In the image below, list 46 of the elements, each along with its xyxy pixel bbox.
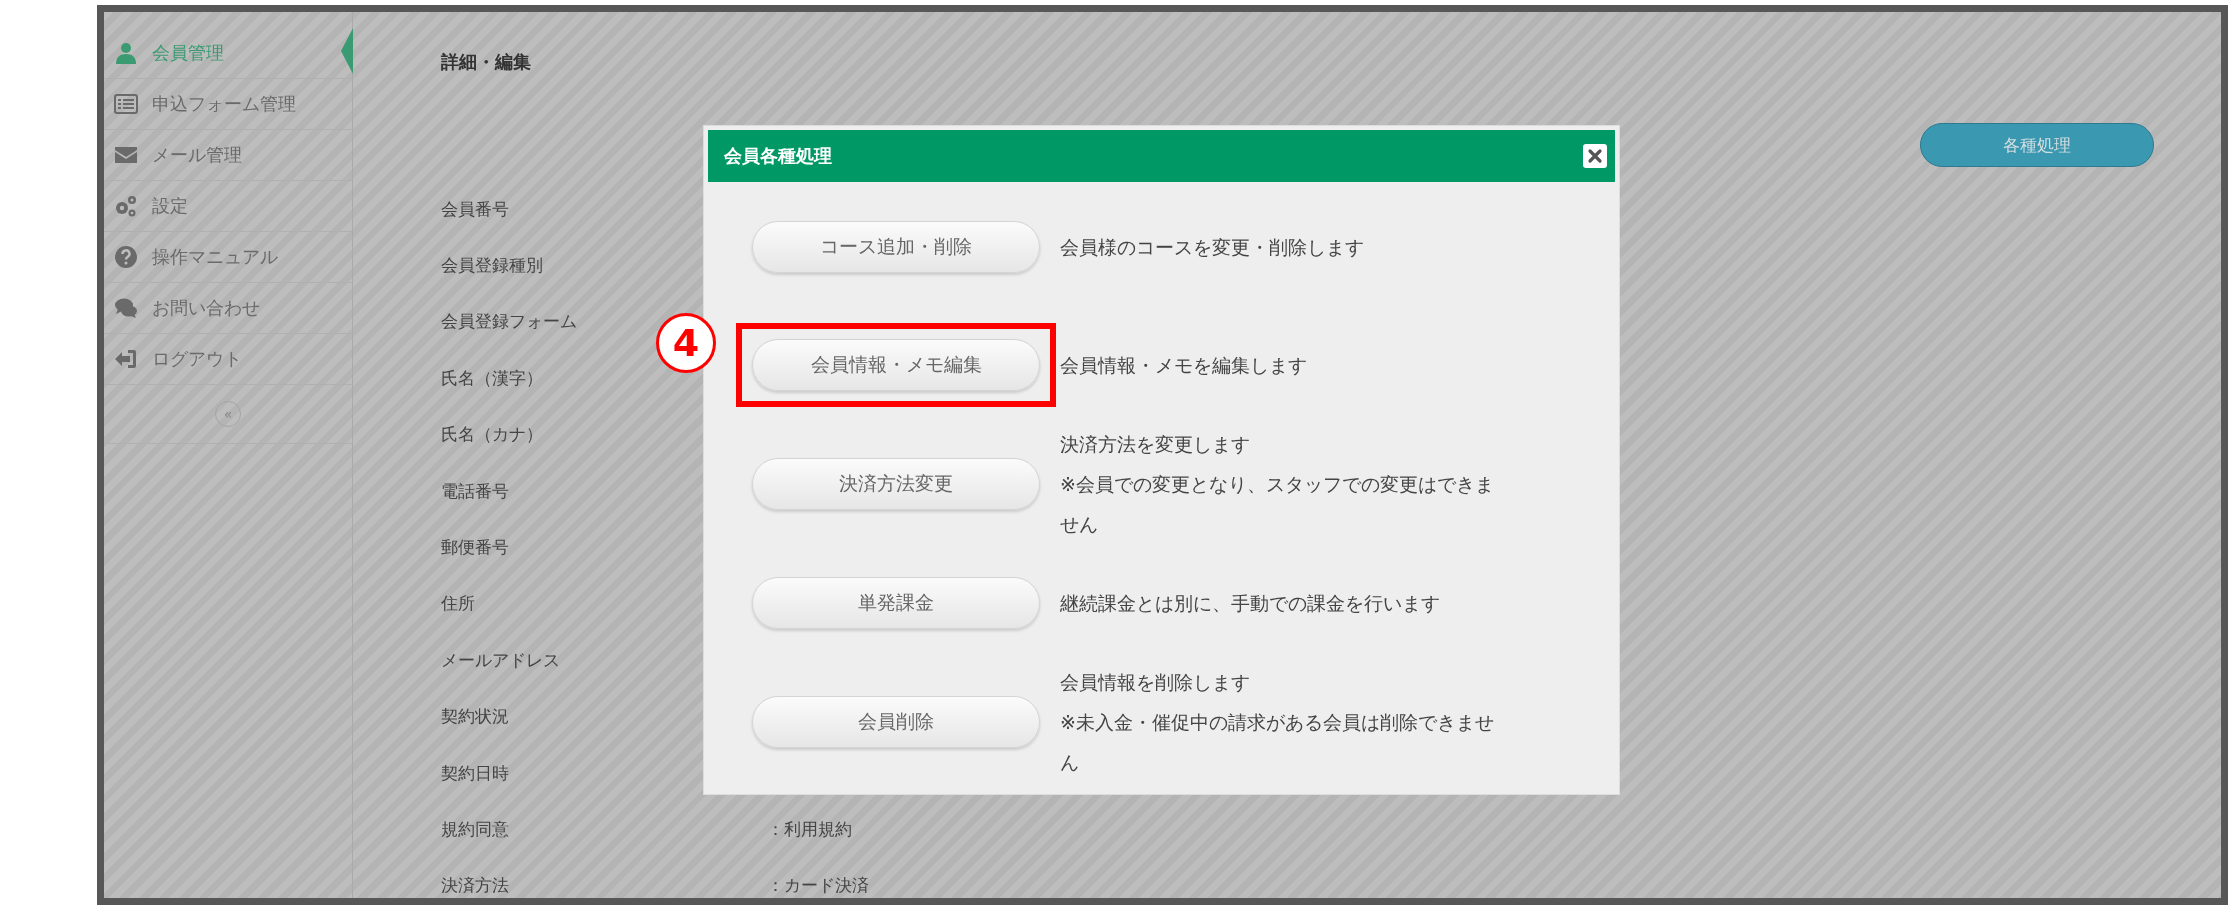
field-label: 会員登録フォーム (441, 310, 578, 334)
page-title: 詳細・編集 (441, 50, 531, 74)
description-text: 会員様のコースを変更・削除します (1060, 235, 1365, 260)
action-button[interactable]: 決済方法変更 (752, 458, 1040, 510)
nav-item[interactable]: 操作マニュアル (104, 232, 352, 283)
person-icon (114, 41, 138, 65)
description-text: ※会員での変更となり、スタッフでの変更はできません (1060, 472, 1495, 537)
field-label: 氏名（カナ） (441, 423, 544, 447)
action-button[interactable]: 会員削除 (752, 696, 1040, 748)
field-label: 決済方法 (441, 874, 510, 898)
nav-item[interactable]: メール管理 (104, 130, 352, 181)
description-text: 会員情報を削除します (1060, 670, 1251, 695)
field-label: 会員登録種別 (441, 254, 544, 278)
active-pointer (341, 28, 353, 74)
field-value: ：利用規約 (767, 818, 852, 841)
field-label: 氏名（漢字） (441, 366, 544, 390)
description-text: 継続課金とは別に、手動での課金を行います (1060, 591, 1441, 616)
field-label: 契約日時 (441, 761, 510, 785)
action-button[interactable]: 会員情報・メモ編集 (752, 339, 1040, 391)
field-label: 規約同意 (441, 818, 510, 841)
description-text: 会員情報・メモを編集します (1060, 353, 1308, 378)
logout-icon (114, 347, 138, 371)
description-text: 決済方法を変更します (1060, 432, 1251, 457)
list-icon (114, 92, 138, 116)
help-icon (114, 245, 138, 269)
field-label: 契約状況 (441, 705, 510, 729)
nav-item[interactable]: 申込フォーム管理 (104, 79, 352, 130)
actions-button[interactable]: 各種処理 (1920, 123, 2154, 167)
field-value: ：カード決済 (767, 874, 869, 898)
nav-item[interactable]: 設定 (104, 181, 352, 232)
dialog-title: 会員各種処理 (724, 144, 832, 168)
field-label: 住所 (441, 592, 476, 616)
field-label: 電話番号 (441, 479, 510, 503)
nav-item[interactable]: お問い合わせ (104, 283, 352, 334)
step-marker: 4 (656, 313, 716, 373)
action-button[interactable]: コース追加・削除 (752, 221, 1040, 273)
nav-item[interactable]: 会員管理 (104, 28, 352, 79)
nav-item[interactable]: ログアウト (104, 334, 352, 385)
close-icon[interactable] (1583, 144, 1607, 168)
gears-icon (114, 194, 138, 218)
field-label: メールアドレス (441, 648, 561, 672)
field-label: 会員番号 (441, 197, 510, 221)
chat-icon (114, 296, 138, 320)
action-button[interactable]: 単発課金 (752, 577, 1040, 629)
field-label: 郵便番号 (441, 536, 510, 560)
description-text: ※未入金・催促中の請求がある会員は削除できません (1060, 710, 1495, 775)
